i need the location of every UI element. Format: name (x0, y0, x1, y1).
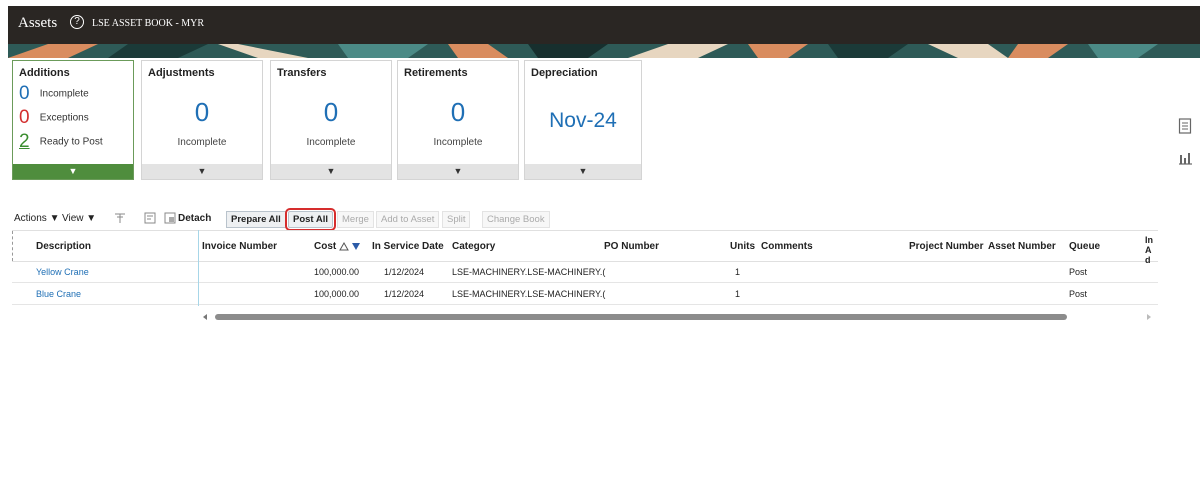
merge-button[interactable]: Merge (337, 211, 374, 228)
additions-exceptions-count: 0 (19, 107, 30, 128)
col-cost[interactable]: Cost (314, 241, 361, 252)
retirements-title: Retirements (404, 67, 468, 79)
actions-menu[interactable]: Actions ▼ (14, 209, 59, 229)
view-menu[interactable]: View ▼ (62, 209, 96, 229)
app-title: Assets (18, 15, 58, 31)
transfers-title: Transfers (277, 67, 327, 79)
row-cost: 100,000.00 (314, 289, 360, 299)
additions-ready-label: Ready to Post (39, 136, 103, 148)
document-icon[interactable] (1176, 118, 1194, 136)
additions-exceptions-label: Exceptions (39, 112, 89, 124)
additions-expand-toggle[interactable]: ▼ (13, 164, 133, 179)
adjustments-sub: Incomplete (177, 137, 227, 148)
frozen-column-divider (198, 230, 199, 306)
col-invoice-number[interactable]: Invoice Number (202, 241, 277, 252)
table-row[interactable]: Yellow Crane 100,000.00 1/12/2024 LSE-MA… (12, 262, 1158, 283)
row-category: LSE-MACHINERY.LSE-MACHINERY.( (452, 267, 606, 277)
retirements-sub: Incomplete (433, 137, 483, 148)
additions-incomplete-row[interactable]: 0 Incomplete (19, 83, 89, 105)
detach-icon[interactable] (164, 209, 176, 229)
freeze-icon[interactable] (114, 209, 126, 229)
wrap-icon[interactable] (144, 209, 156, 229)
additions-exceptions-row[interactable]: 0 Exceptions (19, 107, 89, 129)
row-cost: 100,000.00 (314, 267, 360, 277)
row-queue: Post (1069, 289, 1088, 299)
table-row[interactable]: Blue Crane 100,000.00 1/12/2024 LSE-MACH… (12, 284, 1158, 305)
row-selector-header (12, 231, 13, 261)
col-queue[interactable]: Queue (1069, 241, 1100, 252)
col-asset-number[interactable]: Asset Number (988, 241, 1056, 252)
col-description[interactable]: Description (36, 241, 91, 252)
col-project-number[interactable]: Project Number (909, 241, 983, 252)
col-units[interactable]: Units (730, 241, 755, 252)
row-description-link[interactable]: Yellow Crane (36, 267, 89, 277)
app-window: Assets ? LSE ASSET BOOK - MYR Additions … (8, 6, 1200, 494)
row-units: 1 (735, 267, 741, 277)
adjustments-expand-toggle[interactable]: ▼ (142, 164, 262, 179)
decorative-banner (8, 44, 1200, 58)
retirements-count: 0 (450, 97, 466, 127)
toolbar: Actions ▼ View ▼ Detach Prepare All Post… (14, 208, 1194, 231)
post-all-button[interactable]: Post All (284, 208, 337, 231)
adjustments-title: Adjustments (148, 67, 215, 79)
depreciation-expand-toggle[interactable]: ▼ (525, 164, 641, 179)
adjustments-count: 0 (194, 97, 210, 127)
app-header: Assets ? LSE ASSET BOOK - MYR (8, 6, 1200, 44)
split-button[interactable]: Split (442, 211, 471, 228)
additions-incomplete-label: Incomplete (39, 88, 89, 100)
col-category[interactable]: Category (452, 241, 495, 252)
additions-card[interactable]: Additions 0 Incomplete 0 Exceptions 2 Re… (12, 60, 134, 180)
retirements-card[interactable]: Retirements 0 Incomplete ▼ (397, 60, 519, 180)
row-date: 1/12/2024 (384, 267, 425, 277)
additions-ready-count: 2 (19, 131, 30, 152)
additions-ready-row[interactable]: 2 Ready to Post (19, 131, 103, 153)
adjustments-card[interactable]: Adjustments 0 Incomplete ▼ (141, 60, 263, 180)
transfers-card[interactable]: Transfers 0 Incomplete ▼ (270, 60, 392, 180)
col-in-service-date[interactable]: In Service Date (372, 241, 444, 252)
detach-button[interactable]: Detach (178, 209, 211, 229)
chart-icon[interactable] (1176, 150, 1194, 168)
add-to-asset-button[interactable]: Add to Asset (376, 211, 440, 228)
row-units: 1 (735, 289, 741, 299)
help-icon[interactable]: ? (70, 15, 84, 29)
col-cost-label: Cost (314, 241, 337, 252)
row-category: LSE-MACHINERY.LSE-MACHINERY.( (452, 289, 606, 299)
transfers-count: 0 (323, 97, 339, 127)
change-book-button[interactable]: Change Book (482, 211, 550, 228)
depreciation-title: Depreciation (531, 67, 598, 79)
retirements-expand-toggle[interactable]: ▼ (398, 164, 518, 179)
col-po-number[interactable]: PO Number (604, 241, 659, 252)
col-in-ad[interactable]: In Ad (1145, 235, 1155, 265)
transfers-sub: Incomplete (306, 137, 356, 148)
sort-icon[interactable] (339, 241, 361, 251)
transfers-expand-toggle[interactable]: ▼ (271, 164, 391, 179)
horizontal-scrollbar[interactable] (203, 308, 1155, 320)
additions-title: Additions (19, 67, 70, 79)
row-queue: Post (1069, 267, 1088, 277)
row-description-link[interactable]: Blue Crane (36, 289, 81, 299)
table-header: Description Invoice Number Cost In Servi… (12, 230, 1158, 265)
asset-book-label: LSE ASSET BOOK - MYR (92, 18, 205, 29)
depreciation-card[interactable]: Depreciation Nov-24 ▼ (524, 60, 642, 180)
depreciation-period: Nov-24 (549, 109, 617, 132)
row-date: 1/12/2024 (384, 289, 425, 299)
additions-incomplete-count: 0 (19, 83, 30, 104)
col-comments[interactable]: Comments (761, 241, 813, 252)
prepare-all-button[interactable]: Prepare All (226, 211, 286, 228)
